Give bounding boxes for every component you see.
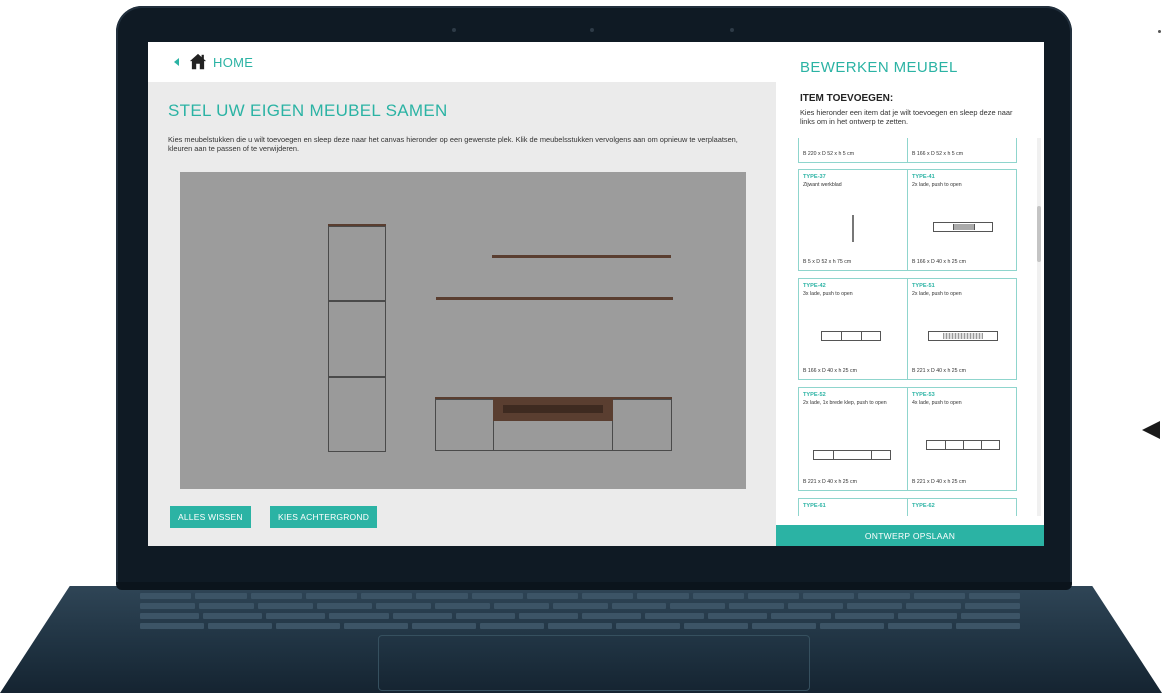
arrow-left-icon <box>1142 421 1160 439</box>
item-list-scrollbar[interactable] <box>1037 138 1041 516</box>
item-type: TYPE-53 <box>912 392 935 398</box>
furniture-tv-cabinet[interactable] <box>435 397 672 451</box>
top-bar: HOME <box>148 42 776 82</box>
item-type: TYPE-37 <box>803 174 826 180</box>
item-description: Zijwant werkblad <box>803 182 842 188</box>
cabinet-module <box>435 399 494 451</box>
item-description: 2x lade, push to open <box>912 182 962 188</box>
home-icon <box>189 53 207 70</box>
item-dimensions: B 220 x D 52 x h 5 cm <box>803 151 855 157</box>
page-title: STEL UW EIGEN MEUBEL SAMEN <box>168 101 448 120</box>
home-link[interactable]: HOME <box>174 53 253 71</box>
wood-panel-inset <box>503 405 603 413</box>
screen: HOME STEL UW EIGEN MEUBEL SAMEN Kies meu… <box>148 42 1044 546</box>
camera-dot <box>730 28 734 32</box>
furniture-tall-cabinet[interactable] <box>328 224 386 452</box>
item-card[interactable]: B 166 x D 52 x h 5 cm <box>907 138 1017 163</box>
page-description: Kies meubelstukken die u wilt toevoegen … <box>168 135 738 153</box>
clear-all-button[interactable]: ALLES WISSEN <box>170 506 251 528</box>
keyboard <box>140 593 1021 633</box>
item-type: TYPE-61 <box>803 503 826 509</box>
item-description: 4x lade, push to open <box>912 400 962 406</box>
item-type: TYPE-62 <box>912 503 935 509</box>
camera-dot <box>590 28 594 32</box>
item-type: TYPE-51 <box>912 283 935 289</box>
panel-subtitle: ITEM TOEVOEGEN: <box>800 93 894 104</box>
editor-area: HOME STEL UW EIGEN MEUBEL SAMEN Kies meu… <box>148 42 776 546</box>
item-card[interactable]: TYPE-41 2x lade, push to open B 166 x D … <box>907 169 1017 271</box>
item-card[interactable]: B 220 x D 52 x h 5 cm <box>798 138 908 163</box>
item-preview <box>933 222 993 232</box>
item-card[interactable]: TYPE-61 <box>798 498 908 516</box>
trackpad <box>378 635 810 691</box>
wood-panel <box>493 399 613 421</box>
panel-description: Kies hieronder een item dat je wilt toev… <box>800 108 1013 126</box>
item-preview <box>813 450 891 460</box>
item-dimensions: B 5 x D 52 x h 75 cm <box>803 259 852 265</box>
cabinet-module <box>612 399 672 451</box>
edge-dot <box>1158 30 1161 33</box>
item-card[interactable]: TYPE-53 4x lade, push to open B 221 x D … <box>907 387 1017 491</box>
item-type: TYPE-52 <box>803 392 826 398</box>
home-label: HOME <box>213 54 254 70</box>
panel-title: BEWERKEN MEUBEL <box>800 59 958 76</box>
camera-dot <box>452 28 456 32</box>
save-design-button[interactable]: ONTWERP OPSLAAN <box>776 525 1044 546</box>
item-preview <box>821 331 881 341</box>
item-dimensions: B 166 x D 40 x h 25 cm <box>803 368 857 374</box>
item-description: 2x lade, 1x brede klep, push to open <box>803 400 887 406</box>
item-card[interactable]: TYPE-42 3x lade, push to open B 166 x D … <box>798 278 908 380</box>
furniture-shelf[interactable] <box>492 255 671 258</box>
item-dimensions: B 166 x D 40 x h 25 cm <box>912 259 966 265</box>
scrollbar-thumb[interactable] <box>1037 206 1041 262</box>
design-canvas[interactable] <box>180 172 746 489</box>
chevron-left-icon <box>174 58 179 66</box>
item-type: TYPE-41 <box>912 174 935 180</box>
edit-panel: BEWERKEN MEUBEL ITEM TOEVOEGEN: Kies hie… <box>776 42 1044 546</box>
cabinet-module <box>328 377 386 452</box>
item-dimensions: B 221 x D 40 x h 25 cm <box>912 479 966 485</box>
item-card[interactable]: TYPE-52 2x lade, 1x brede klep, push to … <box>798 387 908 491</box>
item-list[interactable]: B 220 x D 52 x h 5 cm B 166 x D 52 x h 5… <box>776 138 1044 516</box>
item-card[interactable]: TYPE-51 2x lade, push to open B 221 x D … <box>907 278 1017 380</box>
item-description: 3x lade, push to open <box>803 291 853 297</box>
cabinet-module <box>328 301 386 377</box>
choose-background-button[interactable]: KIES ACHTERGROND <box>270 506 378 528</box>
cabinet-module <box>328 226 386 301</box>
item-dimensions: B 221 x D 40 x h 25 cm <box>803 479 857 485</box>
item-card[interactable]: TYPE-62 <box>907 498 1017 516</box>
item-type: TYPE-42 <box>803 283 826 289</box>
furniture-shelf[interactable] <box>436 297 673 300</box>
item-preview <box>852 215 854 242</box>
item-card[interactable]: TYPE-37 Zijwant werkblad B 5 x D 52 x h … <box>798 169 908 271</box>
laptop-hinge <box>116 582 1072 590</box>
item-dimensions: B 166 x D 52 x h 5 cm <box>912 151 964 157</box>
item-description: 2x lade, push to open <box>912 291 962 297</box>
item-dimensions: B 221 x D 40 x h 25 cm <box>912 368 966 374</box>
item-preview <box>926 440 1000 450</box>
item-preview <box>928 331 998 341</box>
